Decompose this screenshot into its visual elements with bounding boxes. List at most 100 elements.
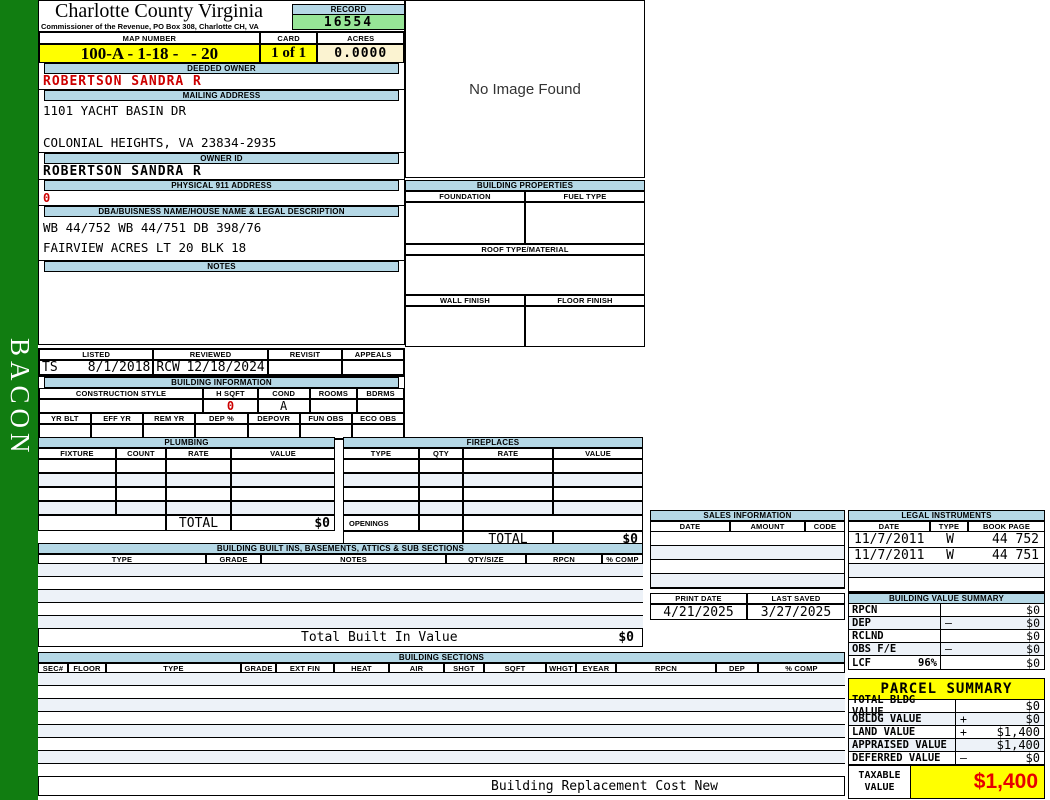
empty-cell [38, 616, 643, 629]
empty-cell: $0 [941, 603, 1044, 617]
empty-cell [116, 487, 166, 501]
image-and-properties-panel: No Image Found BUILDING PROPERTIES FOUND… [405, 0, 645, 347]
plumbing-total-value: $0 [231, 515, 335, 531]
foundation-label: FOUNDATION [405, 191, 525, 202]
card-label: CARD [259, 32, 318, 44]
field: DEFERRED VALUE [849, 752, 956, 764]
field: TOTAL BLDG VALUE [849, 694, 956, 718]
fireplaces-table: FIREPLACES TYPE QTY RATE VALUE OPENINGS … [343, 437, 643, 547]
legal-line2: FAIRVIEW ACRES LT 20 BLK 18 [43, 240, 247, 255]
built-ins-total-label: Total Built In Value [301, 630, 458, 645]
physical-911-label: PHYSICAL 911 ADDRESS [44, 180, 399, 191]
last-saved-label: LAST SAVED [747, 593, 845, 604]
parcel-summary-row: DEFERRED VALUE – $0 [849, 751, 1044, 765]
empty-cell [38, 501, 335, 515]
field: GRADE [206, 554, 261, 564]
record-value: 16554 [292, 15, 405, 30]
taxable-value-label: TAXABLE VALUE [849, 766, 911, 798]
parcel-identity-panel: Charlotte County Virginia Commissioner o… [38, 0, 405, 345]
empty-cell [343, 501, 643, 515]
review-header-row: LISTED REVIEWED REVISIT APPEALS [39, 349, 405, 360]
empty-cell [343, 459, 419, 473]
appeals-value [342, 360, 404, 375]
empty-cell [343, 473, 419, 487]
wall-floor-value-row [405, 306, 645, 347]
building-sections-table: BUILDING SECTIONS SEC# FLOOR TYPE GRADE … [38, 652, 845, 796]
empty-cell [463, 487, 553, 501]
empty-cell [463, 501, 553, 515]
field: CONSTRUCTION STYLE [39, 388, 204, 399]
value-summary-row: OBS F/E – $0 [849, 642, 1044, 656]
print-saved-header-row: PRINT DATE LAST SAVED [650, 593, 845, 604]
field: YR BLT [39, 413, 91, 424]
owner-id-value: ROBERTSON SANDRA R [39, 164, 404, 180]
empty-cell [525, 306, 645, 347]
empty-cell [231, 487, 335, 501]
field: % COMP [758, 663, 845, 673]
legal-line1: WB 44/752 WB 44/751 DB 398/76 [43, 220, 262, 235]
field: BOOK PAGE [968, 521, 1045, 532]
field: $1,400 [996, 725, 1040, 739]
parcel-summary: PARCEL SUMMARY TOTAL BLDG VALUE $0 OBLDG… [848, 678, 1045, 799]
field: + [960, 725, 967, 739]
empty-cell [343, 501, 419, 515]
last-saved-value: 3/27/2025 [747, 604, 845, 620]
field: DATE [650, 521, 730, 532]
rooms-value [309, 399, 358, 413]
fuel-type-label: FUEL TYPE [525, 191, 645, 202]
field: % COMP [602, 554, 643, 564]
empty-cell [38, 459, 335, 473]
field: DEPOVR [247, 413, 300, 424]
field: H SQFT [203, 388, 258, 399]
value-summary-row: LCF 96% $0 [849, 656, 1044, 670]
empty-cell [166, 487, 231, 501]
field: LCF [852, 656, 871, 669]
empty-cell: $0 [941, 656, 1044, 670]
empty-cell: $1,400 [956, 738, 1044, 752]
empty-cell: – $0 [941, 616, 1044, 630]
built-ins-title: BUILDING BUILT INS, BASEMENTS, ATTICS & … [38, 543, 643, 554]
field: WHGT [546, 663, 576, 673]
physical-911-value: 0 [39, 191, 404, 206]
field: FLOOR [68, 663, 106, 673]
field: RCW [156, 360, 180, 375]
empty-cell [343, 487, 643, 501]
building-value-summary: BUILDING VALUE SUMMARY RPCN $0 DEP – $0 R… [848, 593, 1045, 670]
h-sqft-value: 0 [203, 399, 258, 413]
field: REM YR [143, 413, 196, 424]
building-sections-header-row: SEC# FLOOR TYPE GRADE EXT FIN HEAT AIR S… [38, 663, 845, 673]
sales-information-table: SALES INFORMATION DATE AMOUNT CODE [650, 510, 845, 589]
field: EXT FIN [276, 663, 334, 673]
field: TYPE [930, 521, 968, 532]
field: 44 752 [992, 532, 1039, 547]
field: FIXTURE [38, 448, 116, 459]
field: COUNT [116, 448, 166, 459]
empty-cell [343, 487, 419, 501]
replacement-cost-label: Building Replacement Cost New [491, 778, 718, 794]
empty-cell [231, 501, 335, 515]
openings-label: OPENINGS [343, 515, 419, 531]
field: ECO OBS [352, 413, 405, 424]
built-ins-header-row: TYPE GRADE NOTES QTY/SIZE RPCN % COMP [38, 554, 643, 564]
card-value: 1 of 1 [259, 44, 318, 63]
plumbing-table: PLUMBING FIXTURE COUNT RATE VALUE TOTAL … [38, 437, 335, 531]
empty-cell [38, 501, 116, 515]
legal-title: LEGAL INSTRUMENTS [848, 510, 1045, 521]
taxable-value-amount: $1,400 [911, 766, 1044, 798]
field: 12/18/2024 [186, 360, 265, 375]
empty-cell [650, 560, 845, 574]
wall-floor-header-row: WALL FINISH FLOOR FINISH [405, 295, 645, 306]
value-summary-title: BUILDING VALUE SUMMARY [848, 593, 1045, 604]
field: DEP [852, 617, 871, 629]
empty-cell: $0 [941, 629, 1044, 643]
built-ins-total-row: Total Built In Value $0 [38, 629, 643, 646]
empty-cell [38, 712, 845, 725]
print-saved-block: PRINT DATE LAST SAVED 4/21/2025 3/27/202… [650, 593, 845, 620]
empty-cell [231, 473, 335, 487]
field: TYPE [38, 554, 206, 564]
property-photo-placeholder: No Image Found [405, 0, 645, 178]
sales-title: SALES INFORMATION [650, 510, 845, 521]
field: $0 [1026, 616, 1040, 630]
field: DEP % [195, 413, 248, 424]
building-sections-title: BUILDING SECTIONS [38, 652, 845, 663]
